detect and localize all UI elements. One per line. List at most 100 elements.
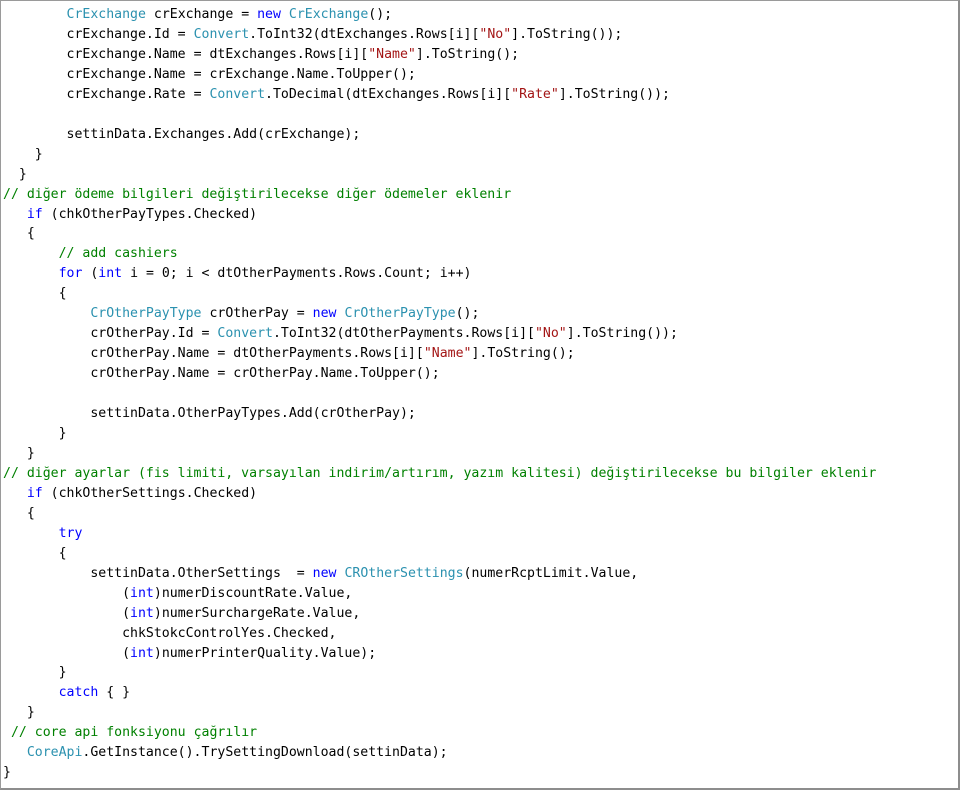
code-token-plain: crOtherPay.Name = dtOtherPayments.Rows[i… <box>3 346 424 362</box>
code-token-type: CrOtherPayType <box>90 306 202 322</box>
code-line: } <box>3 444 952 464</box>
code-token-comment: // diğer ödeme bilgileri değiştirileceks… <box>3 186 512 202</box>
code-token-plain: crOtherPay = <box>201 306 313 322</box>
code-token-plain: (); <box>455 306 480 322</box>
code-line: // core api fonksiyonu çağrılır <box>3 723 952 743</box>
code-line: { <box>3 284 952 304</box>
code-token-plain: .ToInt32(dtExchanges.Rows[i][ <box>249 26 480 42</box>
code-token-plain: { } <box>98 685 131 701</box>
code-token-comment: // diğer ayarlar (fis limiti, varsayılan… <box>3 465 877 481</box>
code-token-string: "Rate" <box>511 86 559 102</box>
code-token-plain: } <box>3 146 43 162</box>
code-line: crExchange.Id = Convert.ToInt32(dtExchan… <box>3 25 952 45</box>
code-line: if (chkOtherPayTypes.Checked) <box>3 205 952 225</box>
code-line: for (int i = 0; i < dtOtherPayments.Rows… <box>3 264 952 284</box>
code-token-plain: ( <box>3 605 131 621</box>
code-token-plain: crExchange.Id = <box>3 26 194 42</box>
code-token-plain: ( <box>82 266 99 282</box>
code-line: // add cashiers <box>3 244 952 264</box>
code-token-type: CoreApi <box>26 745 83 761</box>
code-token-plain: )numerPrinterQuality.Value); <box>153 645 377 661</box>
code-token-plain: (chkOtherSettings.Checked) <box>42 485 258 501</box>
code-token-type: Convert <box>193 26 250 42</box>
code-line: { <box>3 504 952 524</box>
code-token-plain: crOtherPay.Id = <box>3 326 218 342</box>
code-line: (int)numerSurchargeRate.Value, <box>3 604 952 624</box>
code-token-plain: } <box>3 665 67 681</box>
code-token-plain: settinData.OtherPayTypes.Add(crOtherPay)… <box>3 406 416 422</box>
code-line: settinData.Exchanges.Add(crExchange); <box>3 125 952 145</box>
code-token-plain: (numerRcptLimit.Value, <box>463 565 639 581</box>
code-token-keyword: int <box>130 645 154 661</box>
code-listing-frame: CrExchange crExchange = new CrExchange ()… <box>0 0 960 790</box>
code-token-plain: ].ToString(); <box>471 346 575 362</box>
code-token-type: CROtherSettings <box>344 565 464 581</box>
code-token-plain: { <box>3 505 35 521</box>
code-line: // diğer ödeme bilgileri değiştirileceks… <box>3 185 952 205</box>
code-line: (int)numerDiscountRate.Value, <box>3 584 952 604</box>
code-line: } <box>3 145 952 165</box>
code-token-type: CrExchange <box>66 7 146 22</box>
code-token-type: Convert <box>217 326 273 342</box>
code-line: crOtherPay.Name = dtOtherPayments.Rows[i… <box>3 344 952 364</box>
code-token-plain: .ToInt32(dtOtherPayments.Rows[i][ <box>272 326 535 342</box>
code-token-plain: .GetInstance().TrySettingDownload(settin… <box>82 745 448 761</box>
code-token-type: CrOtherPayType <box>344 306 456 322</box>
code-token-plain: crExchange.Name = dtExchanges.Rows[i][ <box>3 46 369 62</box>
code-token-string: "No" <box>534 326 567 342</box>
code-token-plain: ].ToString()); <box>566 326 678 342</box>
code-line: catch { } <box>3 683 952 703</box>
code-line: crExchange.Name = dtExchanges.Rows[i]["N… <box>3 45 952 65</box>
code-token-plain: } <box>3 166 27 182</box>
code-token-plain: (chkOtherPayTypes.Checked) <box>42 206 258 222</box>
code-token-plain: { <box>3 226 35 242</box>
code-line: crOtherPay.Name = crOtherPay.Name.ToUppe… <box>3 364 952 384</box>
code-token-keyword: new <box>312 565 337 581</box>
code-token-plain: crExchange.Rate = <box>3 86 210 102</box>
code-line: if (chkOtherSettings.Checked) <box>3 484 952 504</box>
code-token-keyword: if <box>26 206 43 222</box>
code-token-plain: } <box>3 426 67 442</box>
code-token-plain: settinData.Exchanges.Add(crExchange); <box>3 126 361 142</box>
code-token-keyword: int <box>130 605 154 621</box>
code-token-string: "No" <box>479 26 512 42</box>
code-line: crExchange.Name = crExchange.Name.ToUppe… <box>3 65 952 85</box>
code-token-plain: ].ToString()); <box>511 26 623 42</box>
code-line: CrOtherPayType crOtherPay = new CrOtherP… <box>3 304 952 324</box>
code-line: crExchange.Rate = Convert.ToDecimal(dtEx… <box>3 85 952 105</box>
code-token-type: CrExchange <box>288 7 369 22</box>
code-token-plain: crExchange = <box>145 7 258 22</box>
code-line: CoreApi.GetInstance().TrySettingDownload… <box>3 743 952 763</box>
code-line: CrExchange crExchange = new CrExchange()… <box>3 5 952 25</box>
code-line: } <box>3 663 952 683</box>
code-token-plain: crExchange.Name = crExchange.Name.ToUppe… <box>3 66 416 82</box>
code-token-keyword: if <box>26 485 43 501</box>
code-token-plain: .ToDecimal(dtExchanges.Rows[i][ <box>265 86 512 102</box>
code-token-plain: )numerSurchargeRate.Value, <box>153 605 361 621</box>
code-token-plain: { <box>3 286 67 302</box>
code-token-plain: crOtherPay.Name = crOtherPay.Name.ToUppe… <box>3 366 440 382</box>
code-line: } <box>3 424 952 444</box>
code-line: settinData.OtherPayTypes.Add(crOtherPay)… <box>3 404 952 424</box>
code-token-plain: chkStokcControlYes.Checked, <box>3 625 337 641</box>
code-line: { <box>3 544 952 564</box>
code-listing[interactable]: CrExchange crExchange = new CrExchange ()… <box>1 5 958 783</box>
code-line: } <box>3 703 952 723</box>
code-token-plain: ( <box>3 585 131 601</box>
code-token-plain: ( <box>3 645 131 661</box>
code-line: { <box>3 224 952 244</box>
code-token-type: Convert <box>209 86 266 102</box>
code-token-plain: ].ToString(); <box>415 46 520 62</box>
code-token-keyword: for <box>58 266 83 282</box>
code-token-keyword: catch <box>58 685 99 701</box>
